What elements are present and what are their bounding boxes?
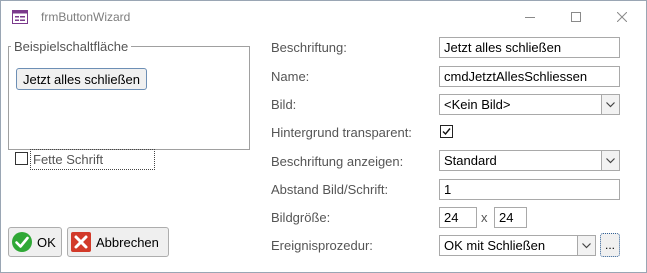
ok-label: OK — [37, 234, 56, 250]
image-combo-value: <Kein Bild> — [444, 97, 511, 112]
chevron-down-icon — [606, 157, 615, 163]
caption-label: Beschriftung: — [271, 40, 347, 55]
chevron-down-icon — [582, 242, 591, 248]
image-size-label: Bildgröße: — [271, 210, 331, 225]
ok-button[interactable]: OK — [8, 227, 62, 257]
transparent-checkbox[interactable] — [440, 125, 453, 138]
close-button[interactable] — [599, 1, 645, 33]
bold-font-label: Fette Schrift — [33, 152, 104, 167]
window-title: frmButtonWizard — [41, 10, 131, 24]
minimize-button[interactable] — [507, 1, 553, 33]
cancel-button[interactable]: Abbrechen — [67, 227, 169, 257]
name-label: Name: — [271, 69, 310, 84]
title-bar[interactable]: frmButtonWizard — [1, 1, 646, 33]
image-width-input[interactable]: 24 — [439, 207, 477, 228]
wizard-window: frmButtonWizard Beispielschaltfläche Jet… — [0, 0, 647, 273]
close-icon — [617, 12, 627, 22]
caption-input[interactable]: Jetzt alles schließen — [439, 37, 620, 58]
cancel-label: Abbrechen — [96, 234, 159, 250]
show-caption-combo-value: Standard — [444, 153, 497, 168]
event-combo[interactable]: OK mit Schließen — [439, 235, 596, 256]
spacing-label: Abstand Bild/Schrift: — [271, 182, 389, 197]
sample-legend: Beispielschaltfläche — [11, 39, 132, 54]
event-label: Ereignisprozedur: — [271, 238, 373, 253]
name-input[interactable]: cmdJetztAllesSchliessen — [439, 66, 620, 87]
image-label: Bild: — [271, 97, 297, 112]
show-caption-label: Beschriftung anzeigen: — [271, 154, 404, 169]
sample-groupbox — [8, 46, 250, 150]
event-builder-button[interactable]: ... — [600, 233, 620, 257]
size-separator: x — [481, 210, 488, 225]
sample-button[interactable]: Jetzt alles schließen — [16, 68, 147, 90]
cancel-x-icon — [71, 232, 91, 252]
check-mark-icon — [442, 128, 451, 136]
event-combo-value: OK mit Schließen — [444, 238, 546, 253]
bold-font-checkbox[interactable] — [15, 152, 28, 165]
show-caption-combo[interactable]: Standard — [439, 150, 620, 171]
image-combo-dropdown[interactable] — [601, 95, 619, 114]
image-combo[interactable]: <Kein Bild> — [439, 94, 620, 115]
chevron-down-icon — [606, 101, 615, 107]
event-combo-dropdown[interactable] — [577, 236, 595, 255]
form-icon — [12, 10, 28, 24]
checkmark-icon — [12, 232, 32, 252]
maximize-icon — [571, 12, 581, 22]
show-caption-combo-dropdown[interactable] — [601, 151, 619, 170]
transparent-label: Hintergrund transparent: — [271, 125, 412, 140]
minimize-icon — [525, 17, 535, 18]
maximize-button[interactable] — [553, 1, 599, 33]
spacing-input[interactable]: 1 — [439, 179, 620, 200]
image-height-input[interactable]: 24 — [494, 207, 527, 228]
